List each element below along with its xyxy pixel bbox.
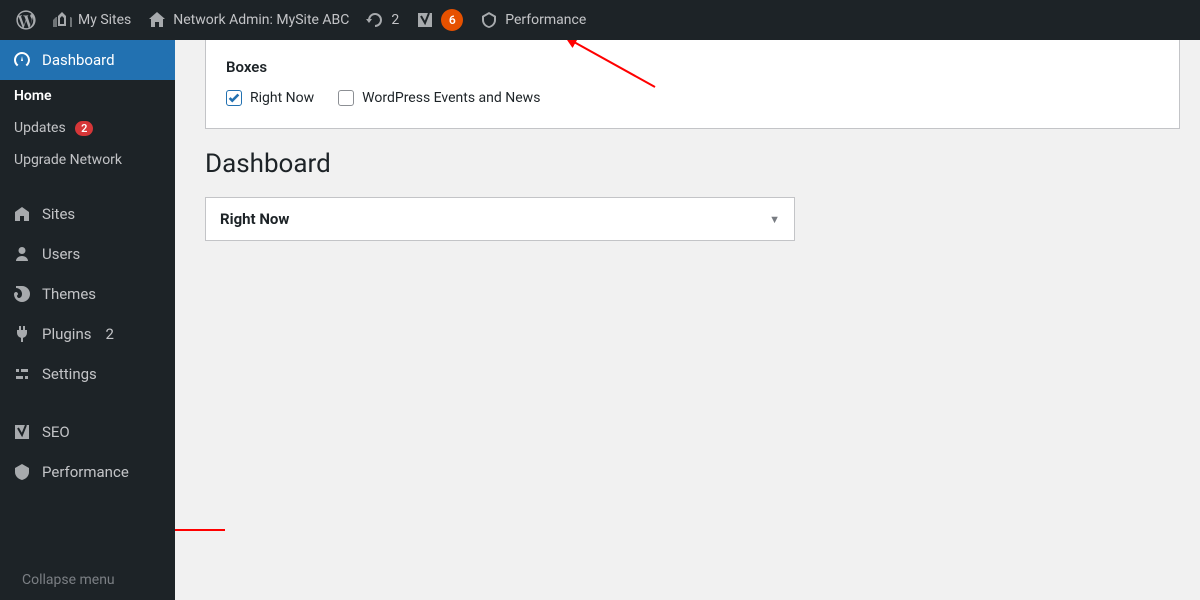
updates-menu[interactable]: 2 [357,0,407,40]
checkbox-label: WordPress Events and News [362,90,540,106]
postbox-toggle[interactable]: Right Now ▼ [206,198,794,240]
page-title: Dashboard [205,149,1180,179]
chevron-down-icon: ▼ [769,213,780,226]
sidebar-item-label: Users [42,245,80,263]
yoast-icon [415,10,435,30]
plugins-icon [12,324,32,344]
sites-icon [12,204,32,224]
checkbox-input [226,90,242,106]
sidebar-item-sites[interactable]: Sites [0,194,175,234]
collapse-menu-button[interactable]: Collapse menu [0,560,175,600]
performance-icon [12,462,32,482]
sidebar-item-plugins[interactable]: Plugins 2 [0,314,175,354]
seo-badge: 6 [441,9,463,31]
dashboard-icon [12,50,32,70]
sidebar-item-dashboard[interactable]: Dashboard [0,40,175,80]
sidebar-item-label: Settings [42,365,97,383]
checkbox-events-news[interactable]: WordPress Events and News [338,90,540,106]
postbox-right-now: Right Now ▼ [205,197,795,241]
sidebar-item-users[interactable]: Users [0,234,175,274]
checkbox-right-now[interactable]: Right Now [226,90,314,106]
themes-icon [12,284,32,304]
sidebar-item-label: Performance [42,463,129,481]
plugins-badge: 2 [105,325,113,343]
wordpress-logo-menu[interactable] [8,0,44,40]
users-icon [12,244,32,264]
screen-options-panel: Boxes Right Now WordPress Events and New… [205,40,1180,129]
home-icon [147,10,167,30]
sidebar-item-performance[interactable]: Performance [0,452,175,492]
sidebar-item-label: SEO [42,423,70,441]
yoast-icon [12,422,32,442]
sidebar-item-settings[interactable]: Settings [0,354,175,394]
update-icon [365,10,385,30]
network-admin-label: Network Admin: MySite ABC [173,12,349,28]
network-admin-menu[interactable]: Network Admin: MySite ABC [139,0,357,40]
sidebar-item-label: Dashboard [42,51,115,69]
wordpress-icon [16,10,36,30]
sidebar-item-seo[interactable]: SEO [0,412,175,452]
checkbox-input [338,90,354,106]
multisite-icon [52,10,72,30]
my-sites-menu[interactable]: My Sites [44,0,139,40]
collapse-label: Collapse menu [22,572,115,588]
sidebar-item-label: Themes [42,285,96,303]
main-content: Boxes Right Now WordPress Events and New… [175,40,1200,600]
sidebar-item-label: Plugins [42,325,91,343]
performance-label: Performance [505,12,586,28]
screen-options-heading: Boxes [226,58,1159,76]
performance-icon [479,10,499,30]
sidebar-item-themes[interactable]: Themes [0,274,175,314]
annotation-arrow-side [175,520,230,544]
settings-icon [12,364,32,384]
updates-count: 2 [391,12,399,28]
submenu-upgrade-network[interactable]: Upgrade Network [0,144,175,176]
submenu-home[interactable]: Home [0,80,175,112]
seo-menu[interactable]: 6 [407,0,471,40]
admin-toolbar: My Sites Network Admin: MySite ABC 2 6 P… [0,0,1200,40]
submenu-updates[interactable]: Updates 2 [0,112,175,144]
updates-badge: 2 [75,121,93,136]
postbox-title: Right Now [220,210,289,228]
submenu-updates-label: Updates [14,120,66,136]
performance-menu[interactable]: Performance [471,0,594,40]
checkbox-label: Right Now [250,90,314,106]
admin-sidebar: Dashboard Home Updates 2 Upgrade Network… [0,40,175,600]
my-sites-label: My Sites [78,12,131,28]
sidebar-item-label: Sites [42,205,75,223]
